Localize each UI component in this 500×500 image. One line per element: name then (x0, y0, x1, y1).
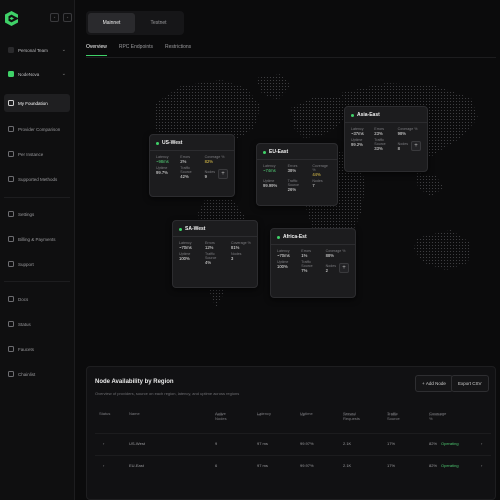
methods-icon (8, 176, 14, 182)
team-selector[interactable]: Personal Team ⌄ (4, 43, 70, 57)
region-card-asia-east[interactable]: Asia-East Latency ~37ms Errors 23% Coverag… (344, 106, 428, 172)
network-toggle: Mainnet Testnet (86, 11, 184, 35)
status-dot (277, 235, 280, 239)
region-card-africa-est[interactable]: Africa-Est Latency ~70ms Errors 1% Coverag… (270, 228, 356, 298)
sidebar-item-provider-comparison[interactable]: Provider Comparison (4, 120, 70, 138)
expand-icon[interactable]: › (103, 441, 104, 446)
sidebar-item-billing[interactable]: Billing & Payments (4, 230, 70, 248)
main-content: Mainnet Testnet Overview RPC Endpoints R… (76, 0, 500, 500)
export-csv-button[interactable]: Export CSV (451, 375, 489, 392)
bell-icon[interactable]: ◦ (63, 13, 72, 22)
world-map (154, 74, 478, 308)
add-node-button[interactable]: + (411, 141, 421, 151)
sidebar-item-per-instance[interactable]: Per Instance (4, 145, 70, 163)
sidebar-item-faucets[interactable]: Faucets (4, 340, 70, 358)
region-card-eu-east[interactable]: EU-East Latency ~74ms Errors 38% Coverage … (256, 143, 338, 206)
project-selector[interactable]: NodeNova ⌄ (4, 67, 70, 81)
sidebar-item-docs[interactable]: Docs (4, 290, 70, 308)
section-subtitle: Overview of providers, source on each re… (95, 391, 240, 396)
sidebar-divider (4, 197, 70, 198)
support-icon (8, 261, 14, 267)
add-node-button[interactable]: + (339, 263, 349, 273)
sidebar-item-supported-methods[interactable]: Supported Methods (4, 170, 70, 188)
section-title: Node Availability by Region (95, 379, 174, 385)
tab-overview[interactable]: Overview (86, 44, 107, 56)
sidebar-item-support[interactable]: Support (4, 255, 70, 273)
home-icon (8, 100, 14, 106)
card-icon (8, 236, 14, 242)
sidebar-item-status[interactable]: Status (4, 315, 70, 333)
testnet-button[interactable]: Testnet (135, 13, 182, 33)
gear-icon (8, 211, 14, 217)
status-dot (156, 141, 159, 145)
mainnet-button[interactable]: Mainnet (88, 13, 135, 33)
sidebar-item-chainlist[interactable]: Chainlist (4, 365, 70, 383)
status-dot (351, 113, 354, 117)
more-icon[interactable]: › (481, 463, 482, 468)
region-card-sa-west[interactable]: SA-West Latency ~70ms Errors 12% Coverage … (172, 220, 258, 288)
team-name: Personal Team (18, 47, 48, 53)
add-node-button[interactable]: + Add Node (415, 375, 453, 392)
user-icon[interactable]: ◦ (50, 13, 59, 22)
table-row[interactable]: › EU-East 6 97 ms 99.97% 2.1K 17% 82% Op… (95, 455, 491, 475)
app-logo[interactable] (5, 11, 18, 26)
compare-icon (8, 126, 14, 132)
project-name: NodeNova (18, 71, 40, 77)
tab-bar: Overview RPC Endpoints Restrictions (86, 44, 191, 56)
status-dot (179, 227, 182, 231)
tab-rpc-endpoints[interactable]: RPC Endpoints (119, 44, 153, 56)
project-icon (8, 71, 14, 77)
node-availability-section: Node Availability by Region Overview of … (86, 366, 496, 500)
status-dot (263, 150, 266, 154)
sidebar-divider (4, 281, 70, 282)
status-icon (8, 321, 14, 327)
faucet-icon (8, 346, 14, 352)
instance-icon (8, 151, 14, 157)
tab-restrictions[interactable]: Restrictions (165, 44, 191, 56)
chain-icon (8, 371, 14, 377)
sidebar-item-settings[interactable]: Settings (4, 205, 70, 223)
region-card-us-west[interactable]: US-West Latency ~98ms Errors 2% Coverage %… (149, 134, 235, 197)
add-node-button[interactable]: + (218, 169, 228, 179)
team-icon (8, 47, 14, 53)
chevron-down-icon: ⌄ (61, 71, 66, 77)
sidebar-item-my-foundation[interactable]: My Foundation (4, 94, 70, 112)
chevron-down-icon: ⌄ (61, 47, 66, 53)
sidebar: ◦ ◦ Personal Team ⌄ NodeNova ⌄ My Founda… (0, 0, 75, 500)
table-header: Status Name Active Nodes / total Latency m… (99, 411, 447, 421)
docs-icon (8, 296, 14, 302)
more-icon[interactable]: › (481, 441, 482, 446)
table-row[interactable]: › US-West 9 97 ms 99.97% 2.1K 17% 82% Op… (95, 433, 491, 453)
expand-icon[interactable]: › (103, 463, 104, 468)
